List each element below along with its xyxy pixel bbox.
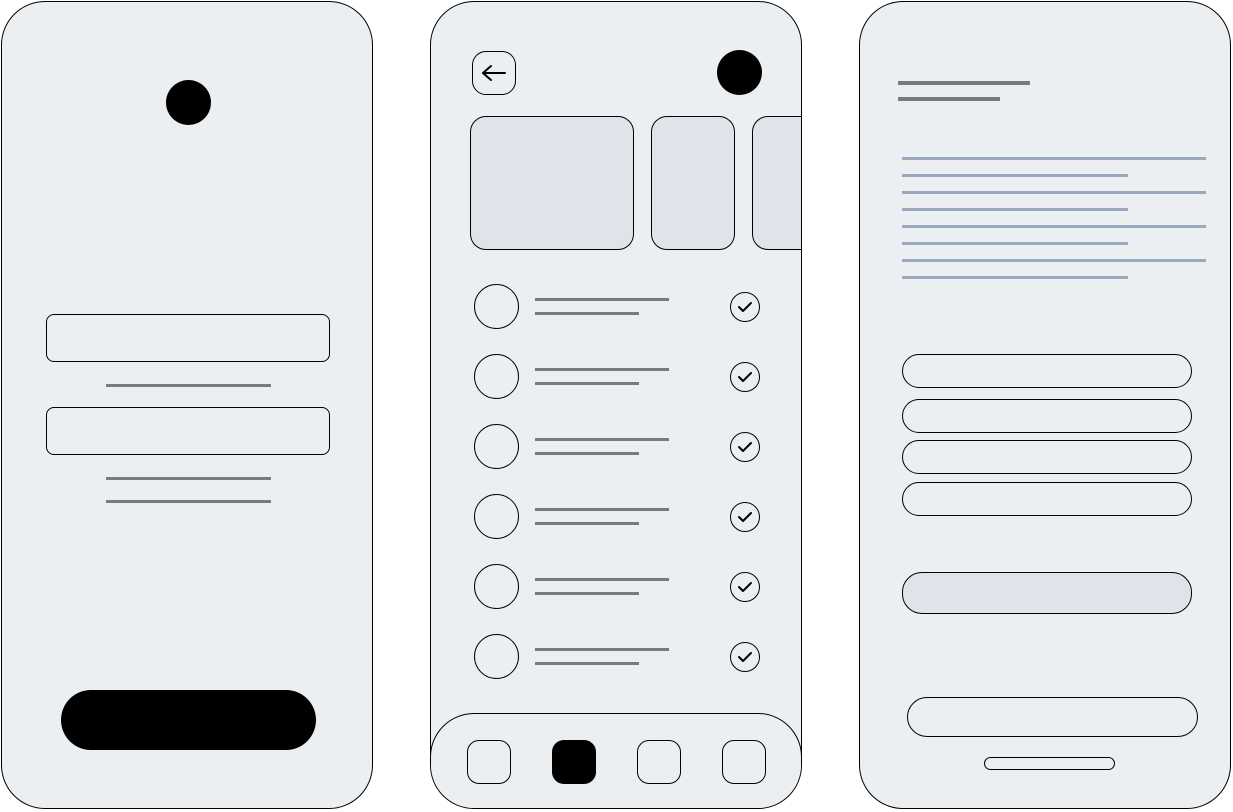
carousel-card[interactable]: [651, 116, 735, 250]
body-text-line: [902, 259, 1206, 262]
list-item[interactable]: [471, 634, 771, 682]
item-subtitle: [535, 452, 639, 455]
item-title: [535, 368, 669, 371]
carousel-card[interactable]: [752, 116, 801, 250]
login-screen: [1, 1, 373, 809]
tab-search[interactable]: [637, 740, 681, 784]
check-icon[interactable]: [730, 572, 760, 602]
sign-in-button[interactable]: [61, 690, 316, 750]
item-subtitle: [535, 662, 639, 665]
list-item[interactable]: [471, 424, 771, 472]
item-subtitle: [535, 592, 639, 595]
body-text-line: [902, 191, 1206, 194]
detail-screen: [859, 1, 1231, 809]
check-icon[interactable]: [730, 292, 760, 322]
body-text-line: [902, 225, 1206, 228]
body-text-line: [902, 276, 1128, 279]
tab-home[interactable]: [467, 740, 511, 784]
username-field[interactable]: [46, 314, 330, 362]
item-avatar: [474, 634, 519, 679]
tab-active[interactable]: [552, 740, 596, 784]
list-item[interactable]: [471, 494, 771, 542]
item-title: [535, 578, 669, 581]
option-1[interactable]: [902, 354, 1192, 388]
secondary-button[interactable]: [902, 572, 1192, 614]
check-icon[interactable]: [730, 502, 760, 532]
item-title: [535, 648, 669, 651]
password-field[interactable]: [46, 407, 330, 455]
body-text-line: [902, 174, 1128, 177]
item-avatar: [474, 564, 519, 609]
password-hint-text: [106, 477, 271, 480]
arrow-left-icon: [482, 65, 506, 81]
back-button[interactable]: [472, 51, 516, 95]
item-subtitle: [535, 522, 639, 525]
check-icon[interactable]: [730, 642, 760, 672]
list-item[interactable]: [471, 564, 771, 612]
option-2[interactable]: [902, 399, 1192, 433]
carousel-card[interactable]: [470, 116, 634, 250]
item-title: [535, 438, 669, 441]
item-avatar: [474, 494, 519, 539]
check-icon[interactable]: [730, 362, 760, 392]
page-subtitle: [898, 97, 1000, 101]
body-text-line: [902, 157, 1206, 160]
profile-avatar: [166, 80, 211, 125]
tab-profile[interactable]: [722, 740, 766, 784]
item-title: [535, 508, 669, 511]
item-avatar: [474, 354, 519, 399]
item-avatar: [474, 284, 519, 329]
option-3[interactable]: [902, 440, 1192, 474]
profile-avatar[interactable]: [717, 50, 762, 95]
list-item[interactable]: [471, 354, 771, 402]
option-4[interactable]: [902, 482, 1192, 516]
bottom-button[interactable]: [907, 697, 1198, 737]
body-text-line: [902, 242, 1128, 245]
forgot-password-link[interactable]: [106, 500, 271, 503]
item-subtitle: [535, 382, 639, 385]
home-indicator: [984, 757, 1115, 770]
item-subtitle: [535, 312, 639, 315]
username-hint-text: [106, 384, 271, 387]
body-text-line: [902, 208, 1128, 211]
check-icon[interactable]: [730, 432, 760, 462]
page-title: [898, 81, 1030, 85]
item-title: [535, 298, 669, 301]
list-screen: [430, 1, 802, 809]
list-item[interactable]: [471, 284, 771, 332]
item-avatar: [474, 424, 519, 469]
